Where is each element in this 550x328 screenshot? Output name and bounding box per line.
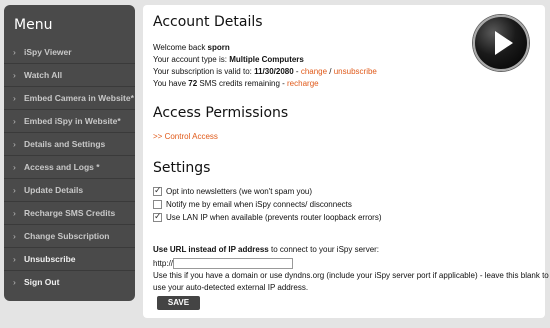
sidebar-item-ispy-viewer[interactable]: › iSpy Viewer — [4, 41, 135, 64]
sidebar-item-embed-camera[interactable]: › Embed Camera in Website* — [4, 87, 135, 110]
url-instruction: Use URL instead of IP address to connect… — [153, 245, 379, 254]
subscription-date: 11/30/2080 — [254, 67, 294, 76]
notify-email-option[interactable]: Notify me by email when iSpy connects/ d… — [153, 200, 352, 209]
url-help-line-1: Use this if you have a domain or use dyn… — [153, 271, 549, 280]
lan-ip-checkbox[interactable] — [153, 211, 162, 222]
notify-email-label: Notify me by email when iSpy connects/ d… — [166, 200, 352, 209]
chevron-right-icon: › — [13, 208, 16, 218]
sidebar-item-change-subscription[interactable]: › Change Subscription — [4, 225, 135, 248]
chevron-right-icon: › — [13, 162, 16, 172]
sidebar-menu: › iSpy Viewer › Watch All › Embed Camera in… — [4, 41, 135, 294]
chevron-right-icon: › — [13, 70, 16, 80]
account-type-prefix: Your account type is: — [153, 55, 230, 64]
account-details-heading: Account Details — [153, 14, 263, 30]
control-access-link[interactable]: >> Control Access — [153, 132, 218, 141]
notify-email-checkbox[interactable] — [153, 200, 162, 209]
url-instruction-rest: to connect to your iSpy server: — [268, 245, 380, 254]
sidebar-item-watch-all[interactable]: › Watch All — [4, 64, 135, 87]
sms-prefix: You have — [153, 79, 189, 88]
sidebar-item-sign-out[interactable]: › Sign Out — [4, 271, 135, 294]
settings-heading: Settings — [153, 160, 211, 176]
sidebar-item-label: iSpy Viewer — [24, 47, 72, 57]
chevron-right-icon: › — [13, 139, 16, 149]
account-type-line: Your account type is: Multiple Computers — [153, 55, 304, 64]
sidebar-item-unsubscribe[interactable]: › Unsubscribe — [4, 248, 135, 271]
recharge-link[interactable]: recharge — [287, 79, 319, 88]
sidebar-item-label: Recharge SMS Credits — [24, 208, 116, 218]
newsletter-option[interactable]: Opt into newsletters (we won't spam you) — [153, 185, 313, 196]
sidebar-item-update-details[interactable]: › Update Details — [4, 179, 135, 202]
chevron-right-icon: › — [13, 47, 16, 57]
lan-ip-label: Use LAN IP when available (prevents rout… — [166, 213, 382, 222]
sidebar-item-access-logs[interactable]: › Access and Logs * — [4, 156, 135, 179]
subscription-line: Your subscription is valid to: 11/30/208… — [153, 67, 377, 76]
change-link[interactable]: change — [301, 67, 327, 76]
account-type-value: Multiple Computers — [229, 55, 304, 64]
url-help-line-2: use your auto-detected external IP addre… — [153, 283, 309, 292]
chevron-right-icon: › — [13, 93, 16, 103]
newsletter-label: Opt into newsletters (we won't spam you) — [166, 187, 313, 196]
play-icon[interactable] — [473, 15, 529, 71]
welcome-line: Welcome back sporn — [153, 43, 230, 52]
sidebar-item-label: Embed Camera in Website* — [24, 93, 134, 103]
play-triangle-icon — [495, 31, 513, 55]
chevron-right-icon: › — [13, 116, 16, 126]
sidebar-item-label: Access and Logs * — [24, 162, 100, 172]
access-permissions-heading: Access Permissions — [153, 105, 289, 121]
sidebar-item-label: Sign Out — [24, 277, 60, 287]
sidebar-item-label: Details and Settings — [24, 139, 106, 149]
sidebar-item-label: Unsubscribe — [24, 254, 76, 264]
sidebar-item-details-settings[interactable]: › Details and Settings — [4, 133, 135, 156]
sidebar-item-recharge-sms[interactable]: › Recharge SMS Credits — [4, 202, 135, 225]
sidebar-title: Menu — [14, 17, 53, 33]
sidebar-item-label: Watch All — [24, 70, 63, 80]
chevron-right-icon: › — [13, 185, 16, 195]
subscription-prefix: Your subscription is valid to: — [153, 67, 255, 76]
newsletter-checkbox[interactable] — [153, 185, 162, 196]
save-button[interactable]: SAVE — [157, 296, 200, 310]
sms-line: You have 72 SMS credits remaining - rech… — [153, 79, 319, 88]
sidebar-item-label: Embed iSpy in Website* — [24, 116, 121, 126]
separator: - — [293, 67, 301, 76]
sidebar-item-label: Change Subscription — [24, 231, 110, 241]
chevron-right-icon: › — [13, 231, 16, 241]
url-instruction-bold: Use URL instead of IP address — [153, 245, 269, 254]
username: sporn — [207, 43, 230, 52]
sms-suffix: SMS credits remaining - — [197, 79, 288, 88]
sidebar-item-label: Update Details — [24, 185, 84, 195]
lan-ip-option[interactable]: Use LAN IP when available (prevents rout… — [153, 211, 382, 222]
url-input[interactable] — [173, 258, 293, 269]
url-prefix: http:// — [153, 259, 174, 268]
chevron-right-icon: › — [13, 254, 16, 264]
separator: / — [327, 67, 334, 76]
welcome-prefix: Welcome back — [153, 43, 208, 52]
sidebar: Menu › iSpy Viewer › Watch All › Embed Came… — [4, 5, 135, 301]
sms-count: 72 — [188, 79, 198, 88]
sidebar-item-embed-ispy[interactable]: › Embed iSpy in Website* — [4, 110, 135, 133]
unsubscribe-link[interactable]: unsubscribe — [334, 67, 377, 76]
chevron-right-icon: › — [13, 277, 16, 287]
main-content: Account Details Welcome back sporn Your … — [143, 5, 549, 318]
